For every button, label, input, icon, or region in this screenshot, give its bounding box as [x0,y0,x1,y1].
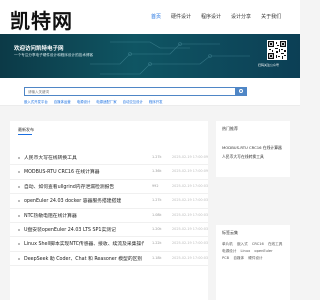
tab-active-indicator [18,134,32,135]
hot-link[interactable]: 人民币大写在线转换工具 [222,154,264,160]
hot-recommend-card: 热门推荐 MODBUS-RTU CRC16 在线计算器 人民币大写在线转换工具 [216,121,290,177]
tag[interactable]: 嵌入式 [237,242,248,246]
tag[interactable]: 自媒体 [233,256,244,260]
hot-recommend-title: 热门推荐 [222,126,238,131]
search-icon [239,89,243,93]
publish-date: 2025-02-19 17:00:03 [172,212,209,217]
tag[interactable]: 单片机 [222,242,233,246]
bullet-icon [18,214,20,217]
article-title[interactable]: U盘安装openEuler 24.03 LTS SP1实测记 [24,226,116,233]
bullet-icon [18,228,20,231]
nav-item-programming[interactable]: 程序设计 [196,0,226,34]
publish-date: 2025-02-19 17:00:03 [172,198,209,203]
list-item[interactable]: 人民币大写在线转换工具 1.27k 2025-02-19 17:00:09 [10,151,209,166]
article-list: 人民币大写在线转换工具 1.27k 2025-02-19 17:00:09 MO… [10,151,209,267]
bullet-icon [18,171,20,174]
hot-tag[interactable]: 电源适配厂家 [96,99,116,104]
search-button[interactable] [236,87,247,96]
article-title[interactable]: openEuler 24.03 docker 容器服务搭建搭建 [24,197,121,204]
hot-tag[interactable]: 程序开发 [149,99,163,104]
tag-cloud-title: 标签云集 [222,230,238,235]
view-count: 1.27k [152,155,162,159]
nav-item-about[interactable]: 关于我们 [256,0,286,34]
hot-link[interactable]: MODBUS-RTU CRC16 在线计算器 [222,145,282,151]
view-count: 1.36k [152,169,162,174]
article-title[interactable]: NTC热敏电阻在线计算器 [24,212,77,219]
article-title[interactable]: Linux Shell脚本实现NTC传感器、接收、续流及采集操作 [24,240,144,247]
tag[interactable]: 在线工具 [268,242,282,246]
list-item[interactable]: DeepSeek 助 Coder、Chat 和 Reasoner 模型的区别 1… [10,252,209,267]
view-count: 1.08k [152,212,162,217]
publish-date: 2025-02-19 17:00:03 [172,255,209,260]
hot-tag[interactable]: 嵌入式开发平台 [24,99,48,104]
hot-search-tags: 嵌入式开发平台 自媒体运营 电源设计 电源适配厂家 自动交互设计 程序开发 [24,99,169,104]
tag-cloud: 单片机 嵌入式 CRC16 在线工具 电源设计 Linux openEuler … [222,241,286,262]
top-navbar: 凯特网 首页 硬件设计 程序设计 设计分享 关于我们 [0,0,300,34]
tag[interactable]: CRC16 [252,242,264,246]
view-count: 1.20k [152,226,162,231]
publish-date: 2025-02-19 17:00:03 [172,183,209,188]
latest-articles-panel: 最新发布 人民币大写在线转换工具 1.27k 2025-02-19 17:00:… [10,121,208,300]
main-nav: 首页 硬件设计 程序设计 设计分享 关于我们 [146,0,286,34]
article-title[interactable]: 人民币大写在线转换工具 [24,154,77,161]
hero-banner: 欢迎访问凯特电子网 一个专注分享电子硬件设计和程序设计的技术博客 [0,34,300,78]
nav-item-hardware[interactable]: 硬件设计 [166,0,196,34]
list-item[interactable]: Linux Shell脚本实现NTC传感器、接收、续流及采集操作 1.22k 2… [10,237,209,252]
bullet-icon [18,200,20,203]
article-title[interactable]: MODBUS-RTU CRC16 在线计算器 [24,168,100,175]
tag-cloud-card: 标签云集 单片机 嵌入式 CRC16 在线工具 电源设计 Linux openE… [216,225,290,300]
tag[interactable]: 硬件设计 [248,256,262,260]
bullet-icon [18,157,20,159]
list-item[interactable]: U盘安装openEuler 24.03 LTS SP1实测记 1.20k 202… [10,223,209,238]
qr-code-label: 扫码关注公众号 [258,63,280,67]
view-count: 1.18k [152,255,162,260]
article-title[interactable]: 自动、如何查看uIlgrind内存泄漏检测报告 [24,183,114,190]
bullet-icon [18,257,20,260]
publish-date: 2025-02-19 17:00:09 [172,169,209,174]
publish-date: 2025-02-19 17:00:09 [172,155,209,159]
article-title[interactable]: DeepSeek 助 Coder、Chat 和 Reasoner 模型的区别 [24,255,142,262]
view-count: 992 [152,183,159,188]
publish-date: 2025-02-19 17:00:03 [172,241,209,246]
site-logo[interactable]: 凯特网 [10,5,73,34]
banner-title: 欢迎访问凯特电子网 [14,46,64,52]
search-input[interactable] [24,87,236,96]
list-item[interactable]: MODBUS-RTU CRC16 在线计算器 1.36k 2025-02-19 … [10,165,209,180]
nav-item-home[interactable]: 首页 [146,0,166,34]
list-item[interactable]: openEuler 24.03 docker 容器服务搭建搭建 1.27k 20… [10,194,209,209]
view-count: 1.27k [152,198,162,203]
tag[interactable]: 电源设计 [222,249,236,253]
banner-subtitle: 一个专注分享电子硬件设计和程序设计的技术博客 [14,53,94,57]
nav-item-sharing[interactable]: 设计分享 [226,0,256,34]
bullet-icon [18,243,20,246]
bullet-icon [18,185,20,188]
hot-tag[interactable]: 自媒体运营 [54,99,71,104]
list-item[interactable]: NTC热敏电阻在线计算器 1.08k 2025-02-19 17:00:03 [10,209,208,223]
tag[interactable]: Linux [241,249,251,253]
tag[interactable]: openEuler [254,249,272,253]
circuit-pattern [90,41,250,75]
qr-code-icon [267,40,287,60]
tab-latest[interactable]: 最新发布 [18,127,34,133]
list-item[interactable]: 自动、如何查看uIlgrind内存泄漏检测报告 992 2025-02-19 1… [10,180,209,195]
publish-date: 2025-02-19 17:00:03 [172,226,209,231]
view-count: 1.22k [152,241,162,246]
hot-tag[interactable]: 电源设计 [77,99,91,104]
hot-tag[interactable]: 自动交互设计 [123,99,143,104]
tag[interactable]: PCB [222,256,229,260]
